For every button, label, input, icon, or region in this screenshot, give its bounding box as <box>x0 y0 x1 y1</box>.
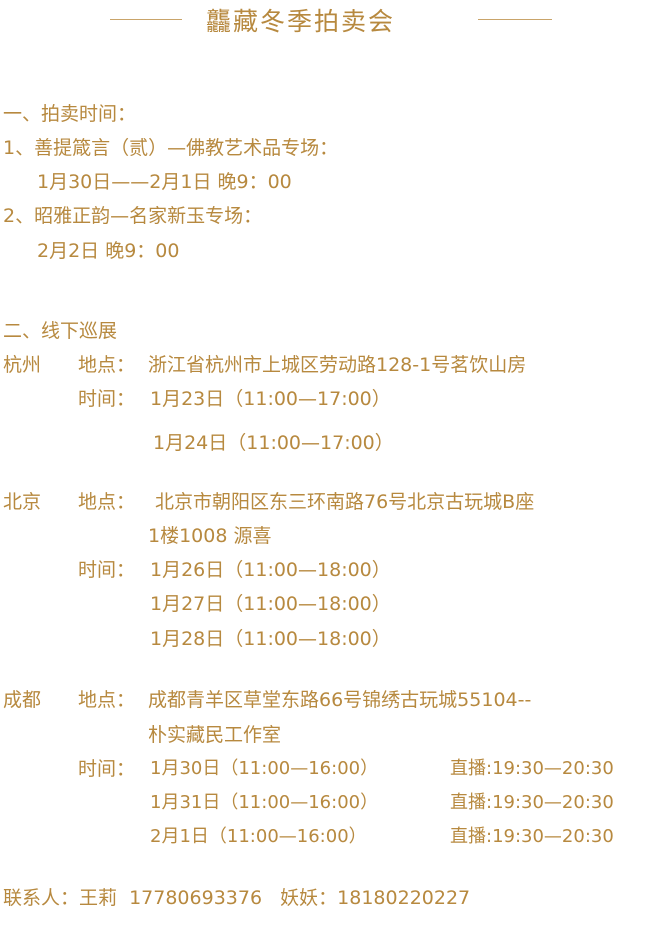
beijing-time-label: 时间： <box>78 559 136 581</box>
auction1-time: 1月30日——2月1日 晚9：00 <box>37 171 292 193</box>
page-title: 龘藏冬季拍卖会 <box>206 7 396 36</box>
chengdu-address-label: 地点： <box>78 689 136 711</box>
auction2-title: 2、昭雅正韵—名家新玉专场： <box>3 205 263 227</box>
beijing-address-line2: 1楼1008 源喜 <box>148 525 272 547</box>
hangzhou-address: 浙江省杭州市上城区劳动路128-1号茗饮山房 <box>148 354 527 376</box>
city-hangzhou: 杭州 <box>3 354 42 376</box>
hangzhou-address-label: 地点： <box>78 354 136 376</box>
chengdu-time-1: 1月30日（11:00—16:00） <box>150 758 379 779</box>
title-rule-left <box>110 19 182 20</box>
beijing-time-3: 1月28日（11:00—18:00） <box>150 628 391 650</box>
auction1-title: 1、善提箴言（贰）—佛教艺术品专场： <box>3 137 339 159</box>
city-beijing: 北京 <box>3 491 42 513</box>
chengdu-live-2: 直播:19:30—20:30 <box>450 792 614 813</box>
beijing-address-label: 地点： <box>78 491 136 513</box>
hangzhou-time-1: 1月23日（11:00—17:00） <box>150 388 391 410</box>
hangzhou-time-2: 1月24日（11:00—17:00） <box>153 432 394 454</box>
city-chengdu: 成都 <box>3 689 42 711</box>
chengdu-live-1: 直播:19:30—20:30 <box>450 758 614 779</box>
auction2-time: 2月2日 晚9：00 <box>37 240 180 262</box>
chengdu-time-label: 时间： <box>78 758 136 780</box>
beijing-time-2: 1月27日（11:00—18:00） <box>150 593 391 615</box>
section1-heading: 一、拍卖时间： <box>3 103 137 125</box>
section2-heading: 二、线下巡展 <box>3 320 118 342</box>
chengdu-address-line2: 朴实藏民工作室 <box>148 724 282 746</box>
chengdu-time-3: 2月1日（11:00—16:00） <box>150 826 367 847</box>
title-row: 龘藏冬季拍卖会 <box>0 0 652 36</box>
chengdu-time-2: 1月31日（11:00—16:00） <box>150 792 379 813</box>
chengdu-address-line1: 成都青羊区草堂东路66号锦绣古玩城55104-- <box>148 689 532 711</box>
contact-info: 联系人：王莉 17780693376 妖妖：18180220227 <box>3 887 471 909</box>
title-rule-right <box>478 19 552 20</box>
beijing-time-1: 1月26日（11:00—18:00） <box>150 559 391 581</box>
hangzhou-time-label: 时间： <box>78 388 136 410</box>
chengdu-live-3: 直播:19:30—20:30 <box>450 826 614 847</box>
beijing-address-line1: 北京市朝阳区东三环南路76号北京古玩城B座 <box>155 491 535 513</box>
